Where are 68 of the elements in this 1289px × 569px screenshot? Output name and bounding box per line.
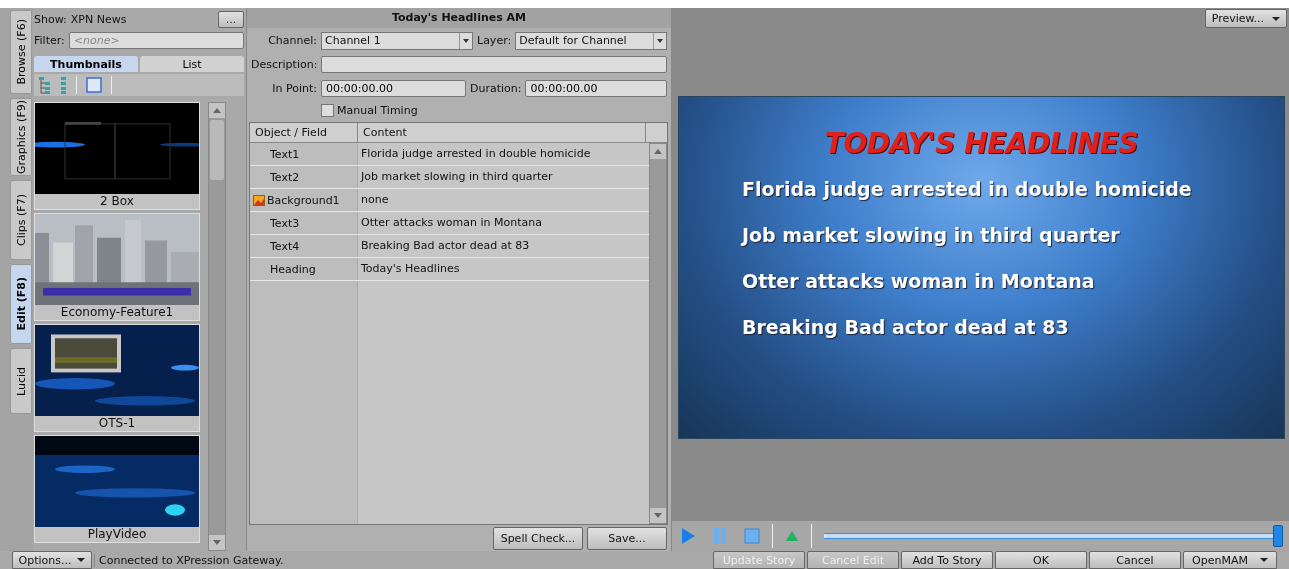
play-icon[interactable] [680, 527, 696, 545]
scrollbar[interactable] [208, 102, 226, 551]
thumbnail-caption[interactable]: OTS-1 [35, 416, 199, 431]
pause-icon[interactable] [712, 527, 728, 545]
thumbnail-caption[interactable]: Economy-Feature1 [35, 305, 199, 320]
side-tab[interactable]: Lucid [10, 348, 32, 414]
view-tab[interactable]: Thumbnails [34, 56, 138, 72]
in-point-label: In Point: [271, 82, 317, 95]
stop-icon[interactable] [744, 527, 760, 545]
field-name: Text2 [269, 170, 300, 184]
field-content[interactable]: Otter attacks woman in Montana [358, 212, 649, 234]
filter-label: Filter: [34, 34, 65, 47]
field-content[interactable]: none [358, 189, 649, 211]
column-header[interactable]: Content [358, 123, 646, 142]
view-tab[interactable]: List [140, 56, 244, 72]
duration-field[interactable]: 00:00:00.00 [525, 80, 667, 97]
field-name: Heading [269, 262, 316, 276]
editor-title: Today's Headlines AM [247, 8, 671, 28]
layer-label: Layer: [477, 34, 512, 47]
action-button[interactable]: Add To Story [901, 551, 993, 569]
column-header[interactable]: Object / Field [250, 123, 358, 142]
preview-headline: Breaking Bad actor dead at 83 [742, 316, 1070, 338]
in-point-field[interactable]: 00:00:00.00 [321, 80, 466, 97]
side-tab[interactable]: Graphics (F9) [10, 98, 32, 176]
show-label: Show: [34, 13, 67, 26]
tree-icon[interactable] [38, 76, 52, 94]
layer-dropdown[interactable]: Default for Channel [515, 31, 667, 50]
action-button[interactable]: Cancel [1089, 551, 1181, 569]
frame-icon[interactable] [85, 76, 103, 94]
slider-handle[interactable] [1273, 525, 1283, 547]
description-label: Description: [251, 58, 317, 71]
action-button[interactable]: OK [995, 551, 1087, 569]
duration-label: Duration: [470, 82, 522, 95]
more-button[interactable]: ... [218, 11, 244, 28]
side-tab[interactable]: Edit (F8) [10, 264, 32, 344]
show-name: XPN News [70, 13, 128, 26]
manual-timing-label: Manual Timing [337, 104, 418, 117]
image-icon [253, 194, 265, 206]
filter-field[interactable]: <none> [68, 32, 244, 49]
status-message: Connected to XPression Gateway. [94, 553, 711, 567]
preview-dropdown[interactable]: Preview... [1204, 9, 1287, 28]
field-content[interactable]: Today's Headlines [358, 258, 649, 280]
manual-timing-checkbox[interactable] [321, 104, 334, 117]
field-name: Text1 [269, 147, 300, 161]
list-icon[interactable] [60, 76, 68, 94]
preview-headline: Job market slowing in third quarter [742, 224, 1121, 246]
description-field[interactable] [321, 56, 667, 73]
side-tab[interactable]: Browse (F6) [10, 10, 32, 94]
field-content[interactable]: Job market slowing in third quarter [358, 166, 649, 188]
preview-headline: Florida judge arrested in double homicide [742, 178, 1193, 200]
preview-headline: Otter attacks woman in Montana [742, 270, 1096, 292]
openmam-button[interactable]: OpenMAM [1183, 551, 1277, 569]
triangle-icon[interactable] [785, 530, 799, 542]
channel-dropdown[interactable]: Channel 1 [321, 31, 473, 50]
field-name: Text4 [269, 239, 300, 253]
preview-heading: TODAY'S HEADLINES [823, 127, 1140, 160]
options-button[interactable]: Options... [12, 551, 92, 569]
thumbnail-caption[interactable]: PlayVideo [35, 527, 199, 542]
channel-label: Channel: [267, 34, 317, 47]
editor-button[interactable]: Spell Check... [493, 527, 583, 550]
field-content[interactable]: Breaking Bad actor dead at 83 [358, 235, 649, 257]
thumbnail-caption[interactable]: 2 Box [35, 194, 199, 209]
field-name: Background1 [267, 193, 340, 207]
scrollbar[interactable] [649, 143, 667, 524]
editor-button[interactable]: Save... [587, 527, 667, 550]
field-content[interactable]: Florida judge arrested in double homicide [358, 143, 649, 165]
side-tab[interactable]: Clips (F7) [10, 180, 32, 260]
field-name: Text3 [269, 216, 300, 230]
